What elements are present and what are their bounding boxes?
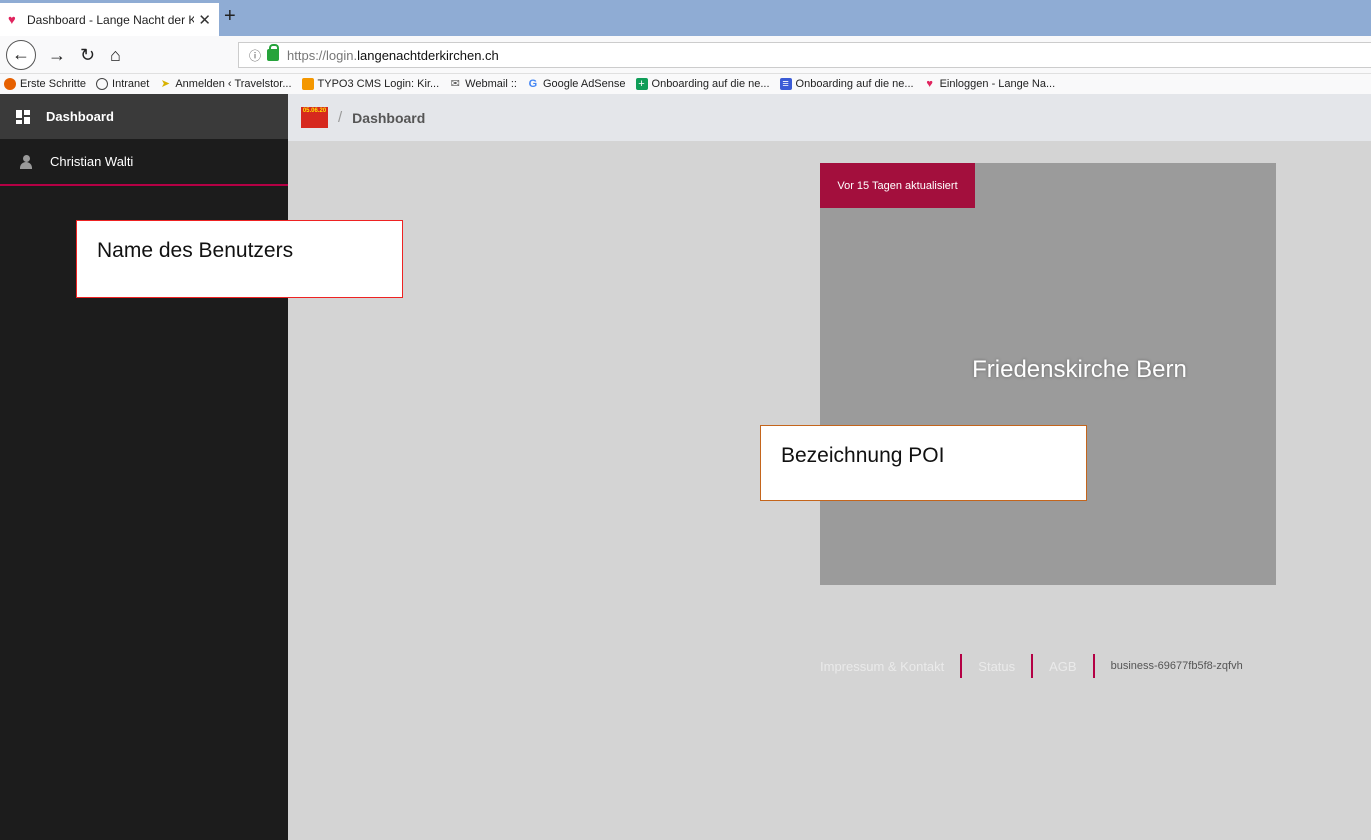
dashboard-grid-icon bbox=[16, 109, 30, 124]
bookmark-label: Anmelden ‹ Travelstor... bbox=[175, 78, 292, 90]
bookmark-item[interactable]: G Google AdSense bbox=[527, 78, 626, 90]
sheets-plus-icon: + bbox=[635, 78, 648, 90]
sidebar: Dashboard Christian Walti bbox=[0, 94, 288, 840]
bookmark-label: Onboarding auf die ne... bbox=[795, 78, 914, 90]
bookmark-item[interactable]: ≡ Onboarding auf die ne... bbox=[779, 78, 914, 90]
bookmark-label: Webmail :: bbox=[465, 78, 517, 90]
tab-title: Dashboard - Lange Nacht der K bbox=[27, 12, 195, 27]
bookmark-item[interactable]: TYPO3 CMS Login: Kir... bbox=[301, 78, 440, 90]
user-icon bbox=[20, 154, 32, 169]
sidebar-item-dashboard[interactable]: Dashboard bbox=[0, 94, 288, 139]
list-icon: ≡ bbox=[779, 78, 792, 90]
bookmarks-bar: Erste Schritte Intranet ➤ Anmelden ‹ Trav… bbox=[0, 74, 1371, 94]
bookmark-label: Onboarding auf die ne... bbox=[651, 78, 770, 90]
footer-divider bbox=[1031, 654, 1034, 678]
breadcrumb-separator: / bbox=[338, 109, 343, 126]
footer-link-impressum[interactable]: Impressum & Kontakt bbox=[820, 659, 944, 674]
footer-link-agb[interactable]: AGB bbox=[1049, 659, 1076, 674]
logo[interactable]: 05.06.20 bbox=[301, 107, 328, 128]
info-icon[interactable]: ⓘ bbox=[249, 47, 261, 64]
browser-tab[interactable]: ♥ Dashboard - Lange Nacht der K ✕ bbox=[0, 3, 219, 36]
bookmark-item[interactable]: ✉ Webmail :: bbox=[449, 78, 517, 90]
reload-button[interactable]: ↻ bbox=[80, 41, 95, 69]
footer-link-status[interactable]: Status bbox=[978, 659, 1015, 674]
heart-icon: ♥ bbox=[8, 11, 16, 27]
footer-divider bbox=[960, 654, 963, 678]
footer-divider bbox=[1092, 654, 1095, 678]
version-label: business-69677fb5f8-zqfvh bbox=[1110, 660, 1243, 672]
mail-icon: ✉ bbox=[450, 78, 460, 90]
url-protocol: https://login. bbox=[287, 47, 358, 63]
user-name: Christian Walti bbox=[50, 154, 134, 169]
forward-button[interactable]: → bbox=[48, 41, 66, 69]
new-tab-button[interactable]: + bbox=[224, 5, 236, 28]
sidebar-item-user[interactable]: Christian Walti bbox=[0, 139, 288, 186]
browser-tab-bar: ♥ Dashboard - Lange Nacht der K ✕ + bbox=[0, 0, 1371, 36]
firefox-icon bbox=[4, 78, 16, 90]
bookmark-label: TYPO3 CMS Login: Kir... bbox=[317, 78, 440, 90]
back-button[interactable]: ← bbox=[6, 40, 36, 70]
google-icon: G bbox=[528, 78, 538, 90]
url-host: langenachtderkirchen.ch bbox=[357, 47, 499, 63]
bookmark-label: Intranet bbox=[112, 78, 150, 90]
poi-title: Friedenskirche Bern bbox=[972, 356, 1187, 383]
bookmark-item[interactable]: Intranet bbox=[96, 78, 149, 90]
lock-icon bbox=[267, 44, 280, 61]
topbar: 05.06.20 / Dashboard bbox=[288, 94, 1371, 141]
update-badge: Vor 15 Tagen aktualisiert bbox=[820, 163, 975, 208]
bookmark-item[interactable]: Erste Schritte bbox=[4, 78, 86, 90]
poi-card[interactable]: Vor 15 Tagen aktualisiert Friedenskirche… bbox=[820, 163, 1276, 585]
bookmark-item[interactable]: ♥ Einloggen - Lange Na... bbox=[924, 78, 1056, 90]
close-tab-icon[interactable]: ✕ bbox=[198, 11, 211, 29]
sidebar-item-label: Dashboard bbox=[46, 109, 114, 124]
home-button[interactable]: ⌂ bbox=[110, 41, 121, 69]
annotation-user-name: Name des Benutzers bbox=[76, 220, 403, 298]
bookmark-item[interactable]: + Onboarding auf die ne... bbox=[635, 78, 770, 90]
globe-icon bbox=[96, 78, 109, 90]
bookmark-label: Erste Schritte bbox=[20, 78, 87, 90]
footer: Impressum & Kontakt Status AGB business-… bbox=[820, 652, 1243, 680]
annotation-poi-name: Bezeichnung POI bbox=[760, 425, 1087, 501]
leaf-icon: ➤ bbox=[160, 78, 170, 90]
bookmark-item[interactable]: ➤ Anmelden ‹ Travelstor... bbox=[159, 78, 292, 90]
heart-icon: ♥ bbox=[926, 78, 933, 90]
address-bar[interactable]: ⓘ https://login. langenachtderkirchen.ch bbox=[238, 42, 1371, 68]
bookmark-label: Google AdSense bbox=[542, 78, 626, 90]
bookmark-label: Einloggen - Lange Na... bbox=[939, 78, 1056, 90]
typo3-icon bbox=[301, 78, 314, 90]
breadcrumb: Dashboard bbox=[352, 109, 426, 126]
